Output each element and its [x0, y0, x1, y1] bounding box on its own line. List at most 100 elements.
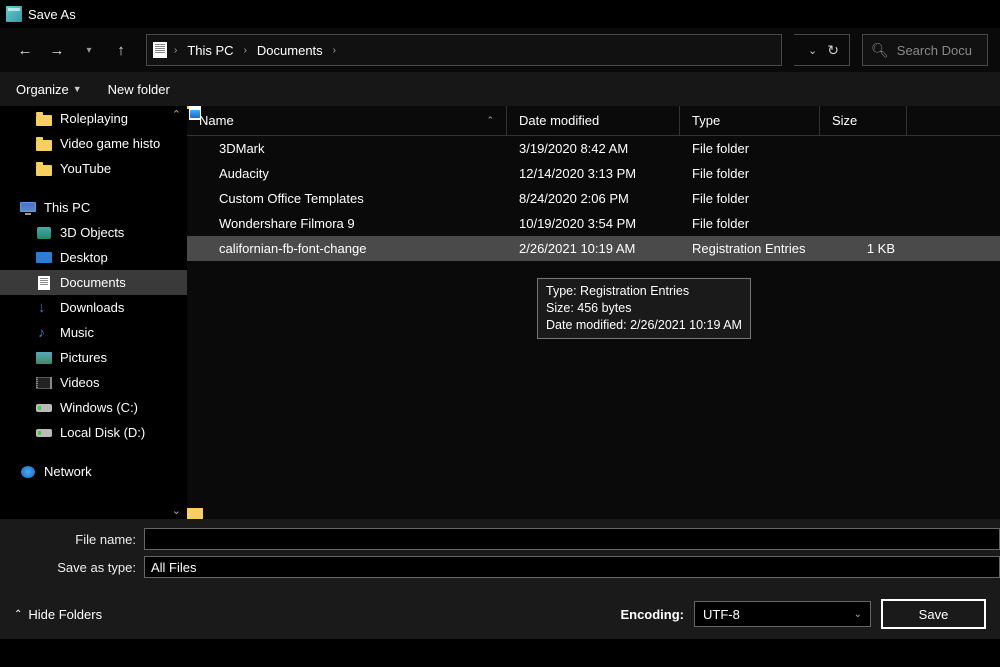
chevron-up-icon: ⌃ — [14, 609, 22, 620]
forward-button[interactable]: → — [44, 37, 70, 63]
savetype-select[interactable]: All Files — [144, 556, 1000, 578]
filename-input[interactable] — [144, 528, 1000, 550]
file-type-cell: File folder — [680, 166, 820, 181]
sidebar-item[interactable]: Video game histo — [0, 131, 187, 156]
column-label: Type — [692, 113, 720, 128]
chevron-right-icon[interactable]: › — [173, 45, 178, 56]
tooltip-size: Size: 456 bytes — [546, 300, 742, 317]
organize-button[interactable]: Organize ▼ — [16, 82, 82, 97]
sidebar-item[interactable]: Music — [0, 320, 187, 345]
file-type-cell: Registration Entries — [680, 241, 820, 256]
recent-dropdown[interactable]: ▾ — [76, 37, 102, 63]
encoding-select[interactable]: UTF-8 ⌄ — [694, 601, 871, 627]
footer: ⌃ Hide Folders Encoding: UTF-8 ⌄ Save — [0, 589, 1000, 639]
file-row[interactable]: californian-fb-font-change 2/26/2021 10:1… — [187, 236, 1000, 261]
file-size-cell: 1 KB — [820, 241, 907, 256]
sidebar-item[interactable]: Roleplaying — [0, 106, 187, 131]
up-button[interactable]: ↑ — [108, 37, 134, 63]
file-row[interactable]: 3DMark3/19/2020 8:42 AMFile folder — [187, 136, 1000, 161]
refresh-button[interactable]: ↻ — [825, 42, 841, 59]
sidebar-item[interactable]: Windows (C:) — [0, 395, 187, 420]
scroll-up-icon[interactable]: ⌃ — [172, 108, 181, 121]
drive-icon — [36, 401, 52, 415]
file-tooltip: Type: Registration Entries Size: 456 byt… — [537, 278, 751, 339]
file-date-cell: 12/14/2020 3:13 PM — [507, 166, 680, 181]
search-input[interactable]: 🔍︎ Search Docu — [862, 34, 988, 66]
file-date-cell: 10/19/2020 3:54 PM — [507, 216, 680, 231]
file-name: 3DMark — [219, 141, 265, 156]
file-name-cell: Wondershare Filmora 9 — [187, 216, 507, 231]
sidebar-item-label: 3D Objects — [60, 225, 124, 240]
savetype-row: Save as type: All Files — [0, 553, 1000, 581]
file-row[interactable]: Audacity12/14/2020 3:13 PMFile folder — [187, 161, 1000, 186]
breadcrumb-thispc[interactable]: This PC — [184, 41, 236, 60]
new-folder-label: New folder — [108, 82, 170, 97]
savetype-label: Save as type: — [0, 560, 136, 575]
location-doc-icon — [153, 42, 167, 58]
file-date-cell: 8/24/2020 2:06 PM — [507, 191, 680, 206]
save-label: Save — [919, 607, 949, 622]
sidebar-item-label: Roleplaying — [60, 111, 128, 126]
sidebar-item[interactable]: Pictures — [0, 345, 187, 370]
sidebar-item[interactable]: Local Disk (D:) — [0, 420, 187, 445]
chevron-right-icon[interactable]: › — [332, 45, 337, 56]
sidebar-item-label: Downloads — [60, 300, 124, 315]
navigation-bar: ← → ▾ ↑ › This PC › Documents › ⌄ ↻ 🔍︎ S… — [0, 28, 1000, 72]
file-type-cell: File folder — [680, 141, 820, 156]
doc-icon — [36, 276, 52, 290]
pc-icon — [20, 201, 36, 215]
sidebar-item[interactable]: Documents — [0, 270, 187, 295]
tooltip-type: Type: Registration Entries — [546, 283, 742, 300]
sidebar-item-label: This PC — [44, 200, 90, 215]
dl-icon — [36, 301, 52, 315]
file-name-cell: californian-fb-font-change — [187, 241, 507, 256]
column-date[interactable]: Date modified — [507, 106, 680, 135]
file-type-cell: File folder — [680, 191, 820, 206]
breadcrumb-current[interactable]: Documents — [254, 41, 326, 60]
column-name[interactable]: Name ⌃ — [187, 106, 507, 135]
app-icon — [6, 6, 22, 22]
new-folder-button[interactable]: New folder — [108, 82, 170, 97]
chevron-down-icon: ▼ — [73, 84, 82, 94]
sidebar-item[interactable]: YouTube — [0, 156, 187, 181]
toolbar: Organize ▼ New folder — [0, 72, 1000, 106]
filename-row: File name: — [0, 525, 1000, 553]
file-name-cell: 3DMark — [187, 141, 507, 156]
sidebar-this-pc[interactable]: This PC — [0, 195, 187, 220]
desk-icon — [36, 251, 52, 265]
sidebar-item[interactable]: 3D Objects — [0, 220, 187, 245]
column-label: Size — [832, 113, 857, 128]
hide-folders-label: Hide Folders — [28, 607, 102, 622]
sidebar-item[interactable]: Desktop — [0, 245, 187, 270]
sidebar-item-label: Local Disk (D:) — [60, 425, 145, 440]
file-name-cell: Audacity — [187, 166, 507, 181]
sidebar-item[interactable]: Downloads — [0, 295, 187, 320]
filename-label: File name: — [0, 532, 136, 547]
encoding-value: UTF-8 — [703, 607, 740, 622]
hide-folders-button[interactable]: ⌃ Hide Folders — [14, 607, 102, 622]
file-name: Wondershare Filmora 9 — [219, 216, 355, 231]
drive-icon — [36, 426, 52, 440]
address-bar[interactable]: › This PC › Documents › — [146, 34, 782, 66]
chevron-right-icon[interactable]: › — [243, 45, 248, 56]
sidebar-item-label: Windows (C:) — [60, 400, 138, 415]
sidebar-item-label: Video game histo — [60, 136, 160, 151]
file-name: californian-fb-font-change — [219, 241, 366, 256]
save-button[interactable]: Save — [881, 599, 986, 629]
column-type[interactable]: Type — [680, 106, 820, 135]
file-date-cell: 2/26/2021 10:19 AM — [507, 241, 680, 256]
pic-icon — [36, 351, 52, 365]
file-row[interactable]: Wondershare Filmora 910/19/2020 3:54 PMF… — [187, 211, 1000, 236]
file-row[interactable]: Custom Office Templates8/24/2020 2:06 PM… — [187, 186, 1000, 211]
main-area: ⌃ Roleplaying Video game histo YouTube Thi… — [0, 106, 1000, 519]
back-button[interactable]: ← — [12, 37, 38, 63]
column-size[interactable]: Size — [820, 106, 907, 135]
vid-icon — [36, 376, 52, 390]
folder-icon — [36, 162, 52, 176]
sidebar-item-label: Documents — [60, 275, 126, 290]
address-history-dropdown[interactable]: ⌄ — [802, 44, 823, 57]
sidebar-item[interactable]: Videos — [0, 370, 187, 395]
folder-icon — [36, 137, 52, 151]
sidebar-network[interactable]: Network — [0, 459, 187, 484]
scroll-down-icon[interactable]: ⌄ — [172, 504, 181, 517]
